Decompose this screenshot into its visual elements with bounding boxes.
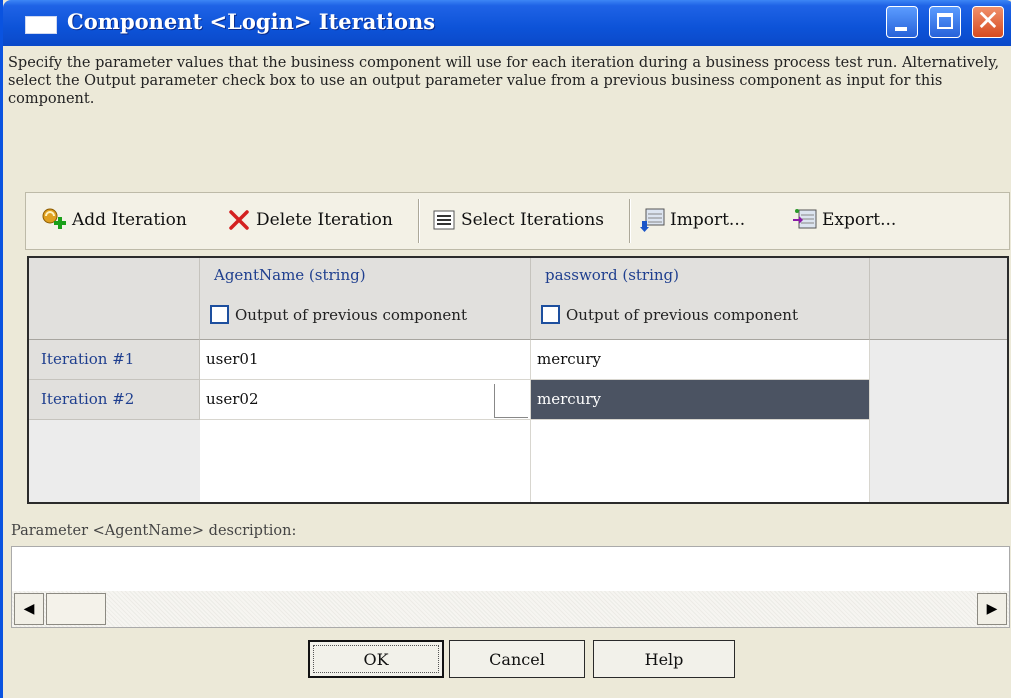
cell-value: mercury xyxy=(537,390,601,408)
close-button[interactable]: ✕ xyxy=(972,4,1004,38)
import-label: Import... xyxy=(670,210,746,230)
cell-agentname-2[interactable]: user02 xyxy=(200,380,531,420)
empty-cell xyxy=(200,420,531,502)
row-header-iteration-2[interactable]: Iteration #2 xyxy=(29,380,200,420)
maximize-icon xyxy=(937,13,953,29)
row-header-iteration-1[interactable]: Iteration #1 xyxy=(29,340,200,380)
instructions-text: Specify the parameter values that the bu… xyxy=(8,55,1000,107)
minimize-button[interactable] xyxy=(886,6,918,38)
focus-ring xyxy=(313,645,439,673)
title-bar[interactable]: Component <Login> Iterations ✕ xyxy=(3,0,1011,46)
cell-value: mercury xyxy=(537,350,601,368)
list-icon xyxy=(431,207,457,233)
scroll-thumb[interactable] xyxy=(46,593,106,625)
column-header-label: AgentName (string) xyxy=(214,266,366,284)
cell-edit-button[interactable] xyxy=(494,384,528,418)
iterations-toolbar: Add Iteration Delete Iteration Select It… xyxy=(25,192,1010,250)
select-iterations-label: Select Iterations xyxy=(461,210,605,230)
output-previous-checkbox-agentname[interactable]: Output of previous component xyxy=(210,305,467,324)
dialog-window: Component <Login> Iterations ✕ Specify t… xyxy=(0,0,1011,698)
select-iterations-button[interactable]: Select Iterations xyxy=(431,205,604,235)
iterations-grid: AgentName (string) Output of previous co… xyxy=(27,256,1009,504)
scroll-right-button[interactable]: ▶ xyxy=(977,593,1007,625)
delete-x-icon xyxy=(226,207,252,233)
column-header-agentname: AgentName (string) Output of previous co… xyxy=(200,258,531,340)
row-header-label: Iteration #1 xyxy=(41,350,135,368)
checkbox-box[interactable] xyxy=(210,305,229,324)
import-button[interactable]: Import... xyxy=(640,205,745,235)
export-icon xyxy=(792,207,818,233)
column-header-label: password (string) xyxy=(545,266,680,284)
add-iteration-icon xyxy=(42,207,68,233)
horizontal-scrollbar[interactable]: ◀ ▶ xyxy=(12,591,1009,627)
grid-corner-header xyxy=(29,258,200,340)
scroll-left-button[interactable]: ◀ xyxy=(14,593,44,625)
column-header-empty xyxy=(870,258,1007,340)
window-title: Component <Login> Iterations xyxy=(67,9,436,34)
toolbar-separator xyxy=(629,199,631,243)
maximize-button[interactable] xyxy=(929,6,961,38)
checkbox-label: Output of previous component xyxy=(235,305,467,324)
column-header-password: password (string) Output of previous com… xyxy=(531,258,870,340)
ok-button[interactable]: OK xyxy=(308,640,444,678)
help-label: Help xyxy=(644,649,684,669)
add-iteration-button[interactable]: Add Iteration xyxy=(42,205,187,235)
row-header-label: Iteration #2 xyxy=(41,390,135,408)
cancel-label: Cancel xyxy=(489,649,545,669)
delete-iteration-button[interactable]: Delete Iteration xyxy=(226,205,393,235)
add-iteration-label: Add Iteration xyxy=(72,210,187,230)
export-button[interactable]: Export... xyxy=(792,205,896,235)
cell-password-2-selected[interactable]: mercury xyxy=(531,380,870,420)
export-label: Export... xyxy=(822,210,897,230)
cancel-button[interactable]: Cancel xyxy=(449,640,585,678)
help-button[interactable]: Help xyxy=(593,640,735,678)
import-icon xyxy=(640,207,666,233)
cell-agentname-1[interactable]: user01 xyxy=(200,340,531,380)
cell-value: user02 xyxy=(206,390,259,408)
parameter-description-label: Parameter <AgentName> description: xyxy=(11,523,297,539)
delete-iteration-label: Delete Iteration xyxy=(256,210,393,230)
empty-cell xyxy=(531,420,870,502)
minimize-icon xyxy=(895,27,907,31)
checkbox-box[interactable] xyxy=(541,305,560,324)
toolbar-separator xyxy=(418,199,420,243)
output-previous-checkbox-password[interactable]: Output of previous component xyxy=(541,305,798,324)
close-icon: ✕ xyxy=(976,4,1000,37)
cell-value: user01 xyxy=(206,350,259,368)
window-icon xyxy=(25,16,57,34)
parameter-description-box[interactable]: ◀ ▶ xyxy=(11,546,1010,628)
checkbox-label: Output of previous component xyxy=(566,305,798,324)
cell-password-1[interactable]: mercury xyxy=(531,340,870,380)
